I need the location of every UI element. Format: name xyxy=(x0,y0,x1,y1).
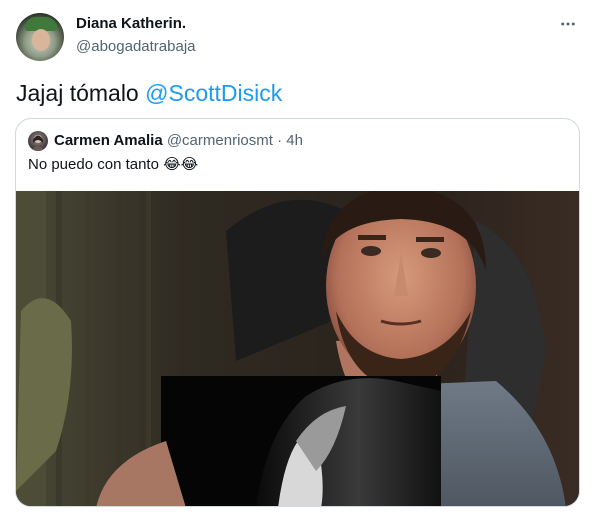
mention-link[interactable]: @ScottDisick xyxy=(145,80,282,106)
author-name[interactable]: Diana Katherin. xyxy=(76,15,186,32)
more-options-button[interactable] xyxy=(558,14,578,34)
quoted-author-handle[interactable]: @carmenriosmt xyxy=(167,132,273,149)
quoted-text: No puedo con tanto 😂😂 xyxy=(28,156,199,173)
tweet: Diana Katherin. @abogadatrabaja Jajaj tó… xyxy=(0,0,594,515)
quoted-media-image[interactable] xyxy=(16,191,579,506)
quoted-author-name[interactable]: Carmen Amalia xyxy=(54,132,163,149)
tweet-text-prefix: Jajaj tómalo xyxy=(16,80,146,106)
quoted-tweet[interactable]: Carmen Amalia @carmenriosmt · 4h No pued… xyxy=(15,118,580,507)
avatar[interactable] xyxy=(16,13,64,61)
quoted-separator: · xyxy=(277,132,283,149)
meme-image xyxy=(16,191,579,506)
tweet-text: Jajaj tómalo @ScottDisick xyxy=(16,79,282,107)
quoted-avatar[interactable] xyxy=(28,131,48,151)
author-handle[interactable]: @abogadatrabaja xyxy=(76,38,196,55)
more-horizontal-icon xyxy=(561,22,575,26)
avatar-face xyxy=(32,29,50,51)
quoted-header: Carmen Amalia @carmenriosmt · 4h xyxy=(54,131,303,151)
quoted-avatar-image xyxy=(31,135,45,151)
quoted-timestamp[interactable]: 4h xyxy=(286,132,303,149)
